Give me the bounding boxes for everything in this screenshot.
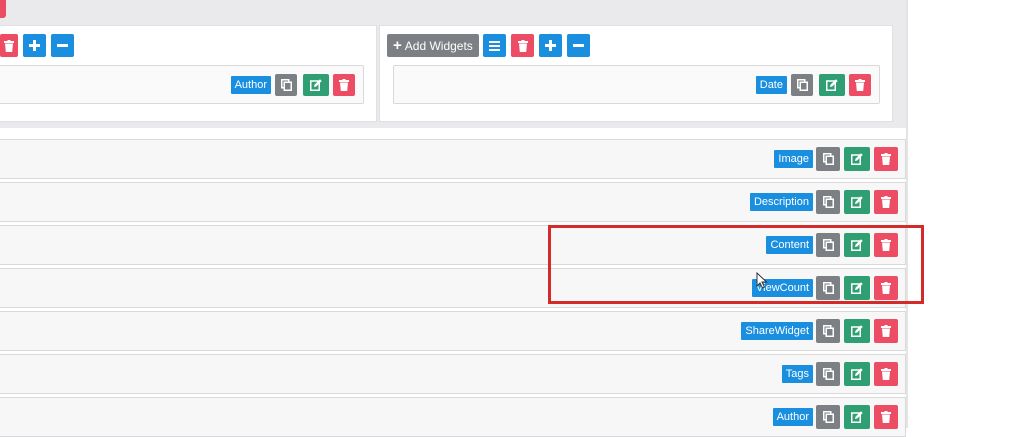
trash-icon <box>517 39 528 52</box>
widget-row: Image <box>0 139 906 179</box>
add-widgets-label: Add Widgets <box>404 38 473 53</box>
copy-button[interactable] <box>816 319 840 343</box>
trash-icon <box>339 79 349 91</box>
page-edge <box>906 0 908 428</box>
edit-icon <box>851 411 863 423</box>
edit-button[interactable] <box>844 319 870 343</box>
minus-icon <box>573 44 584 47</box>
copy-button[interactable] <box>791 74 813 96</box>
copy-button[interactable] <box>816 190 840 214</box>
copy-button[interactable] <box>816 405 840 429</box>
delete-button[interactable] <box>874 147 898 171</box>
edit-icon <box>310 79 322 91</box>
trash-icon <box>881 196 891 208</box>
copy-icon <box>822 368 834 380</box>
row-delete-button[interactable] <box>0 0 6 18</box>
trash-icon <box>881 368 891 380</box>
trash-icon <box>881 411 891 423</box>
widget-label: Date <box>755 76 787 94</box>
trash-icon <box>4 39 14 52</box>
widget-row: Description <box>0 182 906 222</box>
edit-icon <box>851 325 863 337</box>
widget-label: Description <box>749 193 813 211</box>
plus-icon: + <box>393 37 402 54</box>
list-icon <box>489 40 500 51</box>
widget-label: Author <box>772 408 813 426</box>
edit-button[interactable] <box>844 190 870 214</box>
column-add-button[interactable] <box>539 34 562 57</box>
column-left: Author <box>0 25 377 122</box>
column-remove-button[interactable] <box>567 34 590 57</box>
layout-builder: Author + Add Widgets Date Image Descript… <box>0 0 906 437</box>
edit-button[interactable] <box>303 74 329 96</box>
trash-icon <box>881 153 891 165</box>
trash-icon <box>881 325 891 337</box>
minus-icon <box>57 44 68 47</box>
edit-icon <box>851 196 863 208</box>
delete-button[interactable] <box>874 405 898 429</box>
trash-icon <box>855 79 865 91</box>
edit-icon <box>851 153 863 165</box>
add-widgets-button[interactable]: + Add Widgets <box>387 34 479 57</box>
column-delete-button[interactable] <box>511 34 534 57</box>
column-remove-button[interactable] <box>51 34 74 57</box>
edit-icon <box>826 79 838 91</box>
widget-row: Author <box>0 397 906 437</box>
delete-button[interactable] <box>874 319 898 343</box>
widget-row: Tags <box>0 354 906 394</box>
edit-button[interactable] <box>844 147 870 171</box>
edit-button[interactable] <box>844 362 870 386</box>
mouse-cursor-icon <box>756 272 768 289</box>
edit-button[interactable] <box>819 74 845 96</box>
widget-row: ShareWidget <box>0 311 906 351</box>
widget-box: Author <box>0 65 364 104</box>
column-delete-button[interactable] <box>0 34 18 57</box>
delete-button[interactable] <box>874 362 898 386</box>
delete-button[interactable] <box>849 74 871 96</box>
copy-button[interactable] <box>816 147 840 171</box>
edit-button[interactable] <box>844 405 870 429</box>
delete-button[interactable] <box>874 190 898 214</box>
copy-icon <box>822 153 834 165</box>
column-menu-button[interactable] <box>483 34 506 57</box>
widget-label: ShareWidget <box>741 322 813 340</box>
widget-label: Author <box>230 76 271 94</box>
copy-icon <box>796 79 808 91</box>
plus-icon <box>545 40 556 51</box>
column-add-button[interactable] <box>23 34 46 57</box>
copy-icon <box>280 79 292 91</box>
widget-label: Image <box>774 150 813 168</box>
row-container: Author + Add Widgets Date <box>0 0 906 128</box>
highlight-box <box>548 225 924 304</box>
column-right: + Add Widgets Date <box>379 25 893 122</box>
plus-icon <box>29 40 40 51</box>
delete-button[interactable] <box>333 74 355 96</box>
copy-icon <box>822 325 834 337</box>
edit-icon <box>851 368 863 380</box>
widget-box: Date <box>393 65 880 104</box>
copy-icon <box>822 196 834 208</box>
widget-label: Tags <box>781 365 813 383</box>
copy-button[interactable] <box>816 362 840 386</box>
copy-button[interactable] <box>275 74 297 96</box>
copy-icon <box>822 411 834 423</box>
